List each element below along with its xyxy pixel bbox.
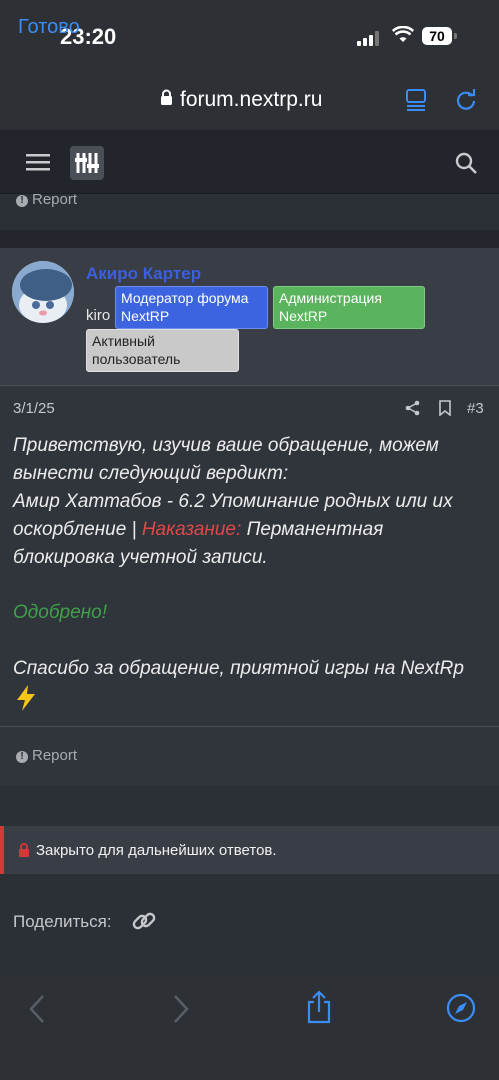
- browser-toolbar: [0, 973, 499, 1080]
- report-label: Report: [32, 191, 78, 208]
- share-icon[interactable]: [405, 400, 421, 416]
- search-icon[interactable]: [455, 152, 477, 174]
- back-icon[interactable]: [28, 994, 46, 1024]
- report-label: Report: [32, 747, 78, 764]
- avatar[interactable]: [12, 261, 74, 323]
- lock-icon: [161, 89, 172, 105]
- post-number[interactable]: #3: [467, 400, 484, 417]
- forward-icon[interactable]: [172, 994, 190, 1024]
- badge-moderator: Модератор форума NextRP: [115, 286, 268, 329]
- reload-icon[interactable]: [454, 87, 478, 113]
- thanks-text: Спасибо за обращение, приятной игры на N…: [13, 658, 464, 679]
- url-text[interactable]: forum.nextrp.ru: [180, 88, 322, 112]
- approved-text: Одобрено!: [13, 602, 107, 623]
- reader-mode-icon[interactable]: [405, 88, 427, 112]
- user-title: kiro: [86, 307, 111, 324]
- post-separator: [0, 230, 499, 248]
- post-author[interactable]: Акиро Картер: [86, 264, 201, 284]
- post-divider: [0, 726, 499, 727]
- compass-icon[interactable]: [446, 993, 476, 1023]
- battery-icon: 70: [422, 27, 452, 45]
- punishment-label: Наказание:: [141, 519, 242, 540]
- link-icon[interactable]: [130, 907, 158, 935]
- menu-icon[interactable]: [26, 153, 50, 171]
- report-link[interactable]: ! Report: [16, 747, 77, 764]
- badge-active-user: Активный пользователь: [86, 329, 239, 372]
- bookmark-icon[interactable]: [438, 400, 452, 416]
- share-label: Поделиться:: [13, 912, 112, 931]
- wifi-icon: [392, 26, 414, 42]
- badge-admin: Администрация NextRP: [273, 286, 425, 329]
- signal-icon: [357, 30, 383, 46]
- thread-closed-text: Закрыто для дальнейших ответов.: [36, 842, 277, 859]
- share-sheet-icon[interactable]: [305, 990, 333, 1024]
- post-date[interactable]: 3/1/25: [13, 400, 55, 417]
- battery-tip: [454, 33, 457, 39]
- forum-logo-icon[interactable]: [70, 146, 104, 180]
- lightning-icon: [17, 685, 35, 711]
- report-icon: !: [16, 751, 28, 763]
- report-icon: !: [16, 195, 28, 207]
- post-verdict: Амир Хаттабов - 6.2 Упоминание родных ил…: [13, 488, 489, 572]
- report-link-top[interactable]: ! Report: [16, 191, 77, 208]
- post-greeting: Приветствую, изучив ваше обращение, може…: [13, 435, 439, 484]
- lock-icon: [19, 843, 29, 857]
- done-button[interactable]: Готово: [18, 16, 80, 39]
